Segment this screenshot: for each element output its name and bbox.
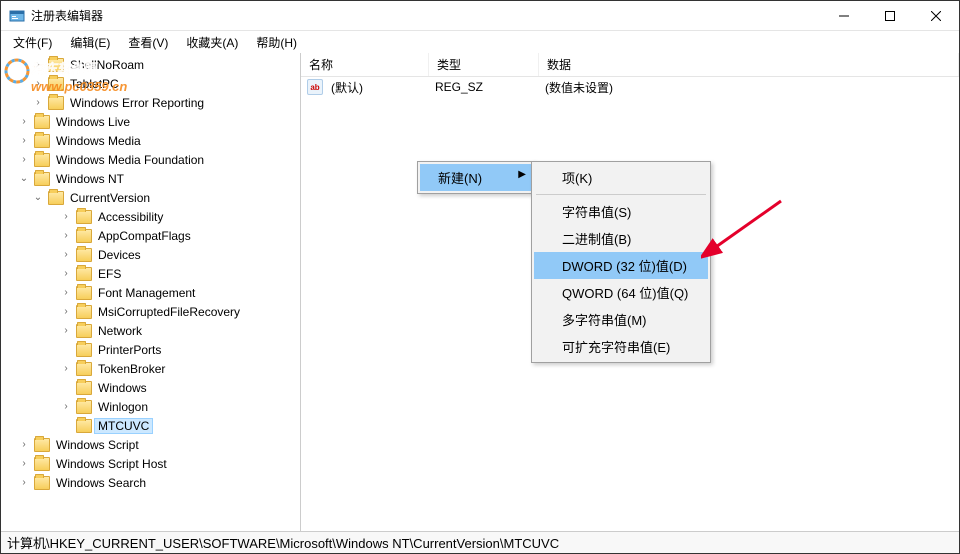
- tree-node-wsh[interactable]: ›Windows Script Host: [13, 454, 300, 473]
- menu-bar: 文件(F) 编辑(E) 查看(V) 收藏夹(A) 帮助(H): [1, 31, 959, 53]
- ctx-new-multistring[interactable]: 多字符串值(M): [534, 306, 708, 333]
- close-button[interactable]: [913, 1, 959, 31]
- ctx-new[interactable]: 新建(N)▶: [420, 164, 532, 191]
- col-data[interactable]: 数据: [539, 53, 959, 76]
- col-type[interactable]: 类型: [429, 53, 539, 76]
- tree-node-wmf[interactable]: ›Windows Media Foundation: [13, 150, 300, 169]
- tree-node-windows-live[interactable]: ›Windows Live: [13, 112, 300, 131]
- tree-node-windows-media[interactable]: ›Windows Media: [13, 131, 300, 150]
- tree-node-tabletpc[interactable]: ›TabletPC: [27, 74, 300, 93]
- context-submenu-new: 项(K) 字符串值(S) 二进制值(B) DWORD (32 位)值(D) QW…: [531, 161, 711, 363]
- ctx-new-qword[interactable]: QWORD (64 位)值(Q): [534, 279, 708, 306]
- tree-node-devices[interactable]: ›Devices: [55, 245, 300, 264]
- maximize-button[interactable]: [867, 1, 913, 31]
- context-menu: 新建(N)▶: [417, 161, 535, 194]
- tree-node-appcompatflags[interactable]: ›AppCompatFlags: [55, 226, 300, 245]
- content-area: 河东软件园 www.pc0359.cn ›ShellNoRoam ›Tablet…: [1, 53, 959, 531]
- tree-panel[interactable]: 河东软件园 www.pc0359.cn ›ShellNoRoam ›Tablet…: [1, 53, 301, 531]
- ctx-new-key[interactable]: 项(K): [534, 164, 708, 191]
- menu-help[interactable]: 帮助(H): [248, 32, 305, 53]
- string-icon: ab: [307, 79, 323, 95]
- ctx-new-dword[interactable]: DWORD (32 位)值(D): [534, 252, 708, 279]
- ctx-new-binary[interactable]: 二进制值(B): [534, 225, 708, 252]
- title-bar: 注册表编辑器: [1, 1, 959, 31]
- status-path: 计算机\HKEY_CURRENT_USER\SOFTWARE\Microsoft…: [7, 533, 559, 552]
- tree-node-mtcuvc[interactable]: MTCUVC: [55, 416, 300, 435]
- regedit-icon: [9, 8, 25, 24]
- tree-node-efs[interactable]: ›EFS: [55, 264, 300, 283]
- tree-node-windows[interactable]: Windows: [55, 378, 300, 397]
- ctx-new-string[interactable]: 字符串值(S): [534, 198, 708, 225]
- value-type: REG_SZ: [427, 80, 537, 94]
- list-header: 名称 类型 数据: [301, 53, 959, 77]
- tree-node-msicorrupted[interactable]: ›MsiCorruptedFileRecovery: [55, 302, 300, 321]
- menu-view[interactable]: 查看(V): [120, 32, 176, 53]
- tree-node-wer[interactable]: ›Windows Error Reporting: [27, 93, 300, 112]
- menu-separator: [536, 194, 706, 195]
- tree-node-shellnoroam[interactable]: ›ShellNoRoam: [27, 55, 300, 74]
- tree-node-network[interactable]: ›Network: [55, 321, 300, 340]
- tree-node-accessibility[interactable]: ›Accessibility: [55, 207, 300, 226]
- tree-node-windows-nt[interactable]: ⌄Windows NT: [13, 169, 300, 188]
- value-name: (默认): [323, 79, 427, 96]
- tree-node-windows-search[interactable]: ›Windows Search: [13, 473, 300, 492]
- tree-node-font-management[interactable]: ›Font Management: [55, 283, 300, 302]
- minimize-button[interactable]: [821, 1, 867, 31]
- value-row-default[interactable]: ab (默认) REG_SZ (数值未设置): [301, 77, 959, 97]
- menu-file[interactable]: 文件(F): [5, 32, 60, 53]
- status-bar: 计算机\HKEY_CURRENT_USER\SOFTWARE\Microsoft…: [1, 531, 959, 553]
- menu-favorites[interactable]: 收藏夹(A): [178, 32, 246, 53]
- menu-edit[interactable]: 编辑(E): [62, 32, 118, 53]
- tree-node-windows-script[interactable]: ›Windows Script: [13, 435, 300, 454]
- value-data: (数值未设置): [537, 79, 621, 96]
- ctx-new-expandstring[interactable]: 可扩充字符串值(E): [534, 333, 708, 360]
- tree-node-winlogon[interactable]: ›Winlogon: [55, 397, 300, 416]
- tree-node-currentversion[interactable]: ⌄CurrentVersion: [27, 188, 300, 207]
- tree-node-tokenbroker[interactable]: ›TokenBroker: [55, 359, 300, 378]
- window-title: 注册表编辑器: [31, 7, 821, 24]
- tree-node-printerports[interactable]: PrinterPorts: [55, 340, 300, 359]
- chevron-right-icon: ▶: [518, 169, 526, 180]
- col-name[interactable]: 名称: [301, 53, 429, 76]
